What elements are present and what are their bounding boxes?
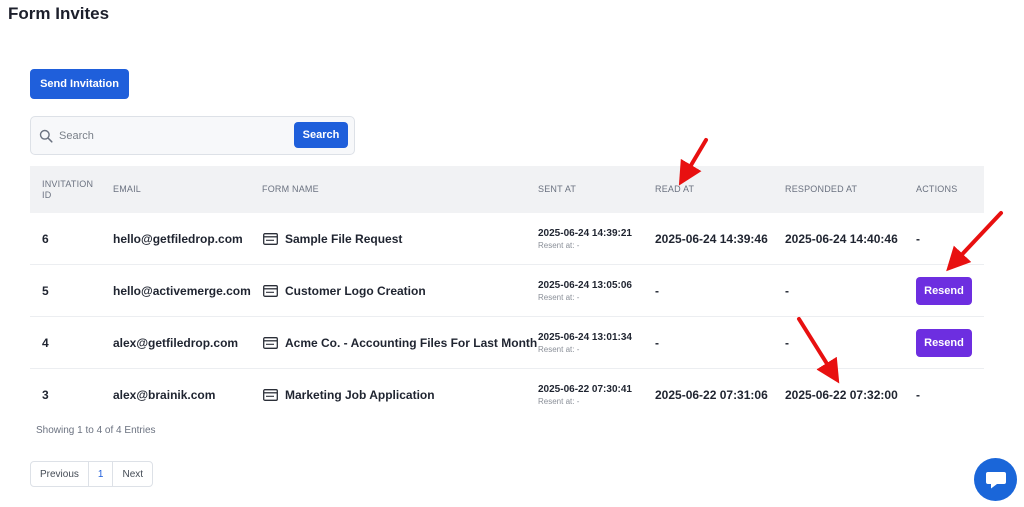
form-name: Acme Co. - Accounting Files For Last Mon…	[285, 336, 538, 350]
search-bar: Search	[30, 116, 355, 155]
cell-form[interactable]: Customer Logo Creation	[263, 265, 426, 317]
cell-read: -	[655, 284, 659, 298]
invites-table: INVITATION ID EMAIL FORM NAME SENT AT RE…	[30, 166, 984, 421]
cell-form[interactable]: Acme Co. - Accounting Files For Last Mon…	[263, 317, 537, 369]
resend-button[interactable]: Resend	[916, 277, 972, 305]
form-name: Customer Logo Creation	[285, 284, 426, 298]
cell-action: Resend	[916, 317, 972, 369]
cell-action: Resend	[916, 265, 972, 317]
cell-email: alex@brainik.com	[113, 388, 216, 402]
cell-read: 2025-06-22 07:31:06	[655, 388, 768, 402]
header-sent-at: SENT AT	[538, 184, 577, 194]
page-title: Form Invites	[8, 4, 110, 23]
resent-text: Resent at: -	[538, 397, 580, 406]
header-email: EMAIL	[113, 184, 142, 194]
header-form-name: FORM NAME	[262, 184, 319, 194]
resent-text: Resent at: -	[538, 241, 580, 250]
search-icon	[39, 129, 53, 143]
next-page-button[interactable]: Next	[112, 462, 152, 486]
sent-time: 2025-06-24 13:05:06	[538, 280, 632, 291]
form-name: Marketing Job Application	[285, 388, 435, 402]
table-row: 4 alex@getfiledrop.com Acme Co. - Accoun…	[30, 317, 984, 369]
cell-read: 2025-06-24 14:39:46	[655, 232, 768, 246]
cell-read: -	[655, 336, 659, 350]
form-icon	[263, 337, 278, 349]
entries-summary: Showing 1 to 4 of 4 Entries	[36, 425, 156, 436]
cell-id: 4	[42, 336, 49, 350]
table-row: 3 alex@brainik.com Marketing Job Applica…	[30, 369, 984, 421]
resent-text: Resent at: -	[538, 345, 580, 354]
search-button[interactable]: Search	[294, 122, 348, 148]
cell-sent: 2025-06-24 14:39:21 Resent at: -	[538, 213, 632, 265]
cell-responded: -	[785, 284, 789, 298]
form-icon	[263, 233, 278, 245]
header-responded-at: RESPONDED AT	[785, 184, 858, 194]
sent-time: 2025-06-22 07:30:41	[538, 384, 632, 395]
chat-launcher-button[interactable]	[974, 458, 1017, 501]
send-invitation-button[interactable]: Send Invitation	[30, 69, 129, 99]
cell-action: -	[916, 232, 920, 246]
search-input[interactable]	[59, 126, 289, 146]
cell-sent: 2025-06-24 13:05:06 Resent at: -	[538, 265, 632, 317]
page-1-button[interactable]: 1	[87, 462, 113, 486]
cell-id: 3	[42, 388, 49, 402]
sent-time: 2025-06-24 14:39:21	[538, 228, 632, 239]
table-row: 5 hello@activemerge.com Customer Logo Cr…	[30, 265, 984, 317]
resent-text: Resent at: -	[538, 293, 580, 302]
header-actions: ACTIONS	[916, 184, 958, 194]
table-row: 6 hello@getfiledrop.com Sample File Requ…	[30, 213, 984, 265]
header-read-at: READ AT	[655, 184, 695, 194]
header-invitation-id: INVITATION ID	[42, 178, 94, 200]
chat-icon	[985, 471, 1006, 488]
cell-responded: -	[785, 336, 789, 350]
sent-time: 2025-06-24 13:01:34	[538, 332, 632, 343]
pagination: Previous 1 Next	[30, 461, 154, 487]
cell-id: 6	[42, 232, 49, 246]
cell-email: hello@activemerge.com	[113, 284, 251, 298]
form-name: Sample File Request	[285, 232, 403, 246]
cell-responded: 2025-06-24 14:40:46	[785, 232, 898, 246]
cell-responded: 2025-06-22 07:32:00	[785, 388, 898, 402]
cell-sent: 2025-06-22 07:30:41 Resent at: -	[538, 369, 632, 421]
cell-sent: 2025-06-24 13:01:34 Resent at: -	[538, 317, 632, 369]
cell-id: 5	[42, 284, 49, 298]
form-icon	[263, 285, 278, 297]
cell-form[interactable]: Marketing Job Application	[263, 369, 435, 421]
cell-email: hello@getfiledrop.com	[113, 232, 243, 246]
cell-action: -	[916, 388, 920, 402]
cell-form[interactable]: Sample File Request	[263, 213, 402, 265]
table-header: INVITATION ID EMAIL FORM NAME SENT AT RE…	[30, 166, 984, 213]
form-icon	[263, 389, 278, 401]
previous-page-button[interactable]: Previous	[31, 462, 88, 486]
resend-button[interactable]: Resend	[916, 329, 972, 357]
cell-email: alex@getfiledrop.com	[113, 336, 239, 350]
